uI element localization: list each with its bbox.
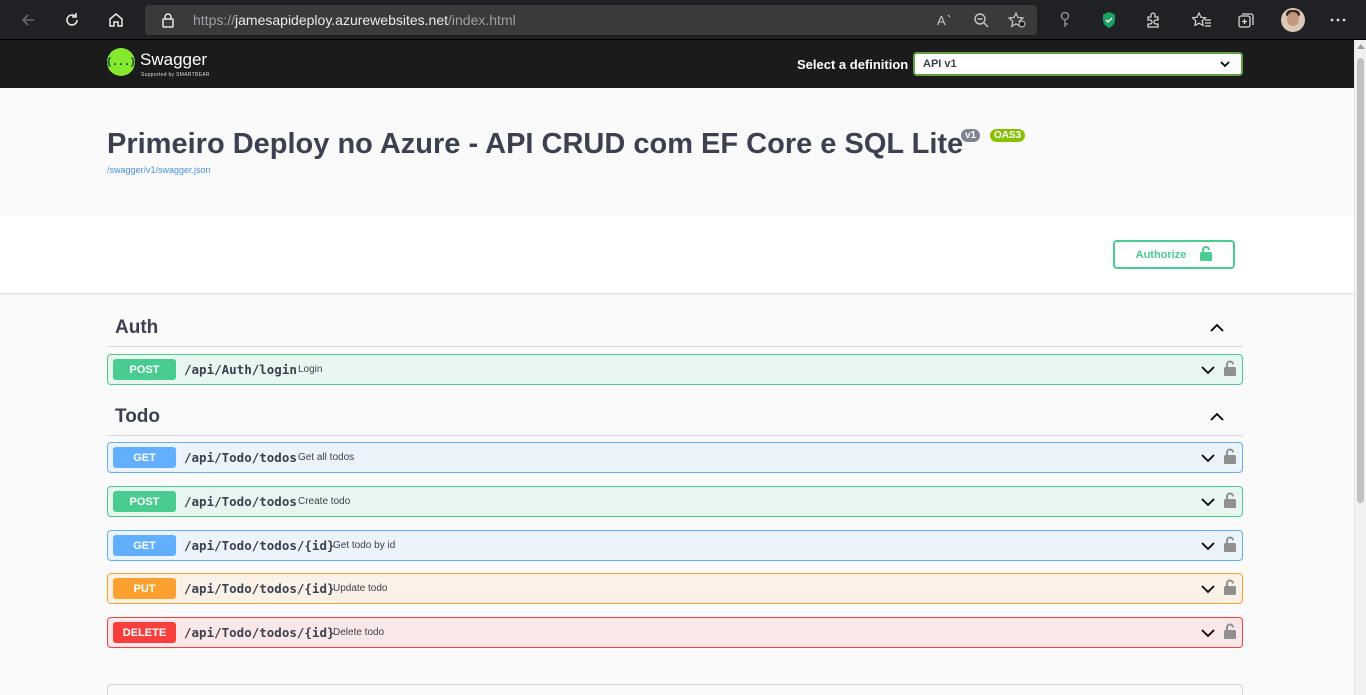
method-badge: PUT	[113, 578, 176, 599]
unlock-icon	[1200, 245, 1213, 264]
chevron-down-icon	[1219, 58, 1231, 73]
tag-todo[interactable]: Todo	[107, 402, 1243, 436]
add-favorite-icon[interactable]	[1007, 11, 1027, 29]
profile-avatar[interactable]	[1281, 8, 1305, 32]
operation-summary: Delete todo	[333, 627, 385, 638]
operation-path: /api/Todo/todos	[184, 494, 297, 509]
operation-summary: Create todo	[298, 496, 351, 507]
lock-icon[interactable]	[1224, 579, 1236, 600]
method-badge: GET	[113, 535, 176, 556]
chevron-down-icon[interactable]	[1201, 495, 1215, 513]
extensions-icon[interactable]	[1141, 8, 1165, 32]
operation-post-todos[interactable]: POST /api/Todo/todos Create todo	[107, 486, 1243, 517]
home-icon[interactable]	[102, 6, 130, 34]
definition-select-value: API v1	[923, 58, 957, 70]
swagger-logo-text[interactable]: Swagger	[140, 50, 207, 70]
browser-toolbar: https://jamesapideploy.azurewebsites.net…	[0, 0, 1366, 40]
method-badge: POST	[113, 491, 176, 512]
favorites-icon[interactable]	[1190, 8, 1214, 32]
method-badge: GET	[113, 447, 176, 468]
swagger-json-link[interactable]: /swagger/v1/swagger.json	[107, 165, 211, 175]
chevron-up-icon[interactable]	[1209, 321, 1225, 339]
url-text[interactable]: https://jamesapideploy.azurewebsites.net…	[193, 12, 516, 28]
tag-title: Auth	[115, 317, 159, 338]
more-icon[interactable]	[1326, 8, 1350, 32]
shield-icon[interactable]	[1097, 8, 1121, 32]
tag-title: Todo	[115, 406, 161, 427]
chevron-down-icon[interactable]	[1201, 539, 1215, 557]
schemas-section[interactable]	[107, 684, 1243, 695]
operation-post-auth-login[interactable]: POST /api/Auth/login Login	[107, 354, 1243, 385]
swagger-topbar: {...} Swagger Supported by SMARTBEAR Sel…	[0, 40, 1354, 88]
key-icon[interactable]	[1053, 8, 1077, 32]
version-badge: v1	[961, 129, 981, 142]
lock-icon[interactable]	[1224, 492, 1236, 513]
refresh-icon[interactable]	[58, 6, 86, 34]
operation-delete-todo[interactable]: DELETE /api/Todo/todos/{id} Delete todo	[107, 617, 1243, 648]
definition-label: Select a definition	[797, 57, 909, 72]
authorize-button[interactable]: Authorize	[1113, 240, 1235, 269]
chevron-down-icon[interactable]	[1201, 582, 1215, 600]
api-info: Primeiro Deploy no Azure - API CRUD com …	[0, 88, 1354, 216]
lock-icon[interactable]	[1224, 360, 1236, 381]
tag-auth[interactable]: Auth	[107, 313, 1243, 347]
operation-path: /api/Todo/todos/{id}	[184, 581, 335, 596]
definition-select[interactable]: API v1	[913, 52, 1243, 76]
method-badge: POST	[113, 359, 176, 380]
oas-badge: OAS3	[990, 129, 1026, 142]
zoom-icon[interactable]	[971, 11, 991, 29]
operation-summary: Get all todos	[298, 452, 355, 463]
operation-get-todo-by-id[interactable]: GET /api/Todo/todos/{id} Get todo by id	[107, 530, 1243, 561]
swagger-logo-subtitle: Supported by SMARTBEAR	[141, 72, 210, 78]
svg-text:A: A	[937, 13, 946, 27]
read-aloud-icon[interactable]: A	[935, 11, 955, 29]
lock-icon[interactable]	[1224, 623, 1236, 644]
chevron-down-icon[interactable]	[1201, 626, 1215, 644]
operation-path: /api/Todo/todos	[184, 450, 297, 465]
collections-icon[interactable]	[1234, 8, 1258, 32]
back-icon[interactable]	[14, 6, 42, 34]
lock-icon[interactable]	[161, 12, 175, 33]
scroll-up-arrow[interactable]	[1357, 44, 1365, 49]
page-scrollbar[interactable]	[1354, 40, 1366, 695]
authorize-label: Authorize	[1135, 248, 1187, 261]
url-path: /index.html	[448, 12, 516, 28]
lock-icon[interactable]	[1224, 536, 1236, 557]
operation-path: /api/Todo/todos/{id}	[184, 625, 335, 640]
chevron-down-icon[interactable]	[1201, 451, 1215, 469]
chevron-up-icon[interactable]	[1209, 410, 1225, 428]
lock-icon[interactable]	[1224, 448, 1236, 469]
method-badge: DELETE	[113, 622, 176, 643]
operation-put-todo[interactable]: PUT /api/Todo/todos/{id} Update todo	[107, 573, 1243, 604]
operation-summary: Get todo by id	[333, 540, 396, 551]
chevron-down-icon[interactable]	[1201, 363, 1215, 381]
address-bar[interactable]: https://jamesapideploy.azurewebsites.net…	[145, 5, 1037, 35]
operation-summary: Update todo	[333, 583, 388, 594]
operation-get-todos[interactable]: GET /api/Todo/todos Get all todos	[107, 442, 1243, 473]
api-title: Primeiro Deploy no Azure - API CRUD com …	[107, 128, 964, 160]
scroll-thumb[interactable]	[1357, 58, 1364, 503]
operation-summary: Login	[298, 364, 323, 375]
url-scheme: https://	[193, 12, 236, 28]
url-host: jamesapideploy.azurewebsites.net	[235, 12, 449, 28]
scheme-container: Authorize	[0, 216, 1354, 293]
operation-path: /api/Todo/todos/{id}	[184, 538, 335, 553]
operation-path: /api/Auth/login	[184, 362, 297, 377]
swagger-logo-icon[interactable]: {...}	[106, 48, 136, 76]
